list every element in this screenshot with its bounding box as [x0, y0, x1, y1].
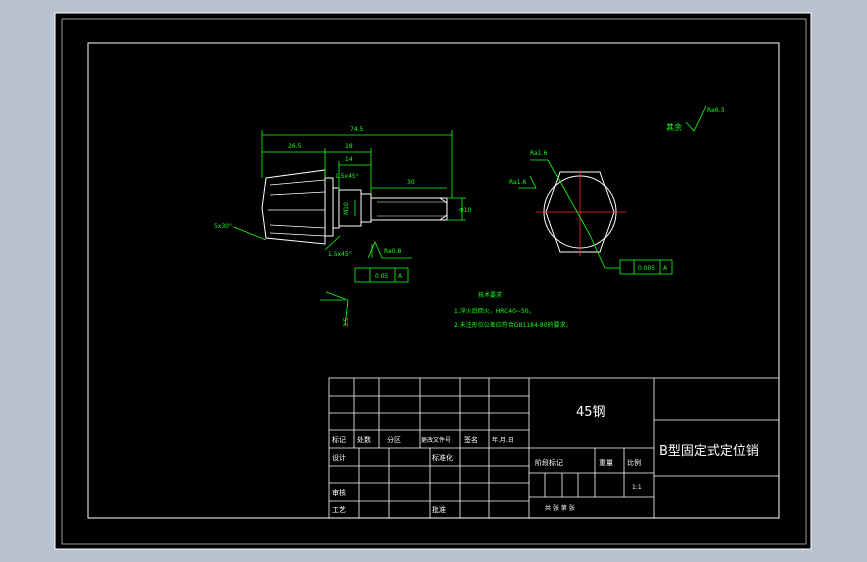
tech-req-line-1: 1.淬火后回火，HRC40~50。 [454, 307, 535, 315]
dim-d3: 14 [345, 156, 353, 163]
dim-tip: Φ10 [459, 207, 472, 214]
tb-part-name: B型固定式定位销 [659, 444, 759, 459]
tb-scale-label: 比例 [627, 458, 641, 467]
tb-h-count: 处数 [357, 435, 371, 444]
ra-left: Ra1.6 [530, 150, 547, 157]
tb-h-change: 更改文件号 [421, 436, 451, 444]
tech-req-title: 技术要求 [478, 291, 502, 299]
dim-d2: 18 [345, 143, 353, 150]
tb-h-mark: 标记 [332, 435, 346, 444]
tb-h-sign: 签名 [464, 435, 478, 444]
tb-design: 设计 [332, 453, 346, 462]
tb-h-date: 年.月.日 [492, 436, 514, 444]
tb-process: 工艺 [332, 506, 346, 514]
dim-chamfer2: 1.5x45° [328, 251, 352, 258]
dim-overall: 74.5 [350, 126, 364, 133]
tb-h-zone: 分区 [387, 435, 401, 444]
dim-angle: 3.5 [343, 317, 350, 327]
tech-req-line-2: 2.未注形位公差应符合GB1184-80的要求。 [454, 321, 572, 329]
tb-standard: 标准化 [432, 453, 453, 462]
tb-material: 45钢 [576, 405, 606, 420]
dim-knurl: 5x30° [214, 223, 232, 230]
drawing-sheet [54, 12, 812, 550]
dim-chamfer: 1.5x45° [335, 173, 359, 180]
tb-sheets: 共 张 第 张 [545, 504, 575, 512]
tol-flat: 0.05 [375, 273, 389, 280]
tol-round: 0.005 [638, 265, 655, 272]
dim-thread: M10 [343, 202, 350, 215]
tb-weight: 重量 [599, 459, 613, 467]
dim-d4: 30 [407, 179, 415, 186]
tb-stage-mark: 阶段标记 [535, 458, 563, 467]
ra-shaft: Ra0.8 [384, 248, 401, 255]
roughness-symbol-value: Ra6.3 [707, 107, 724, 114]
surface-finish-note: 其余 [666, 122, 682, 132]
dim-d1: 26.5 [288, 143, 302, 150]
tb-review: 审核 [332, 488, 346, 497]
cad-drawing-canvas: 74.5 26.5 18 14 30 1.5x45° 5x30° Φ10 1.5… [54, 12, 812, 550]
tb-approve: 批准 [432, 505, 446, 514]
tb-scale-value: 1:1 [632, 484, 642, 491]
ra-right: Ra1.6 [509, 179, 526, 186]
